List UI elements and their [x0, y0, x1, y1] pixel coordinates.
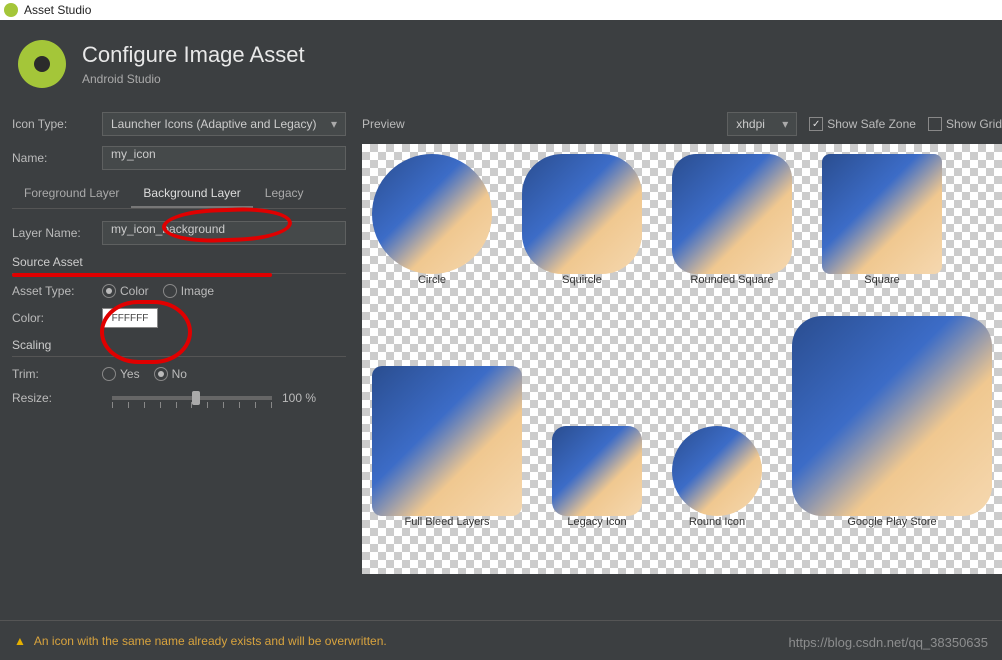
resize-slider[interactable] — [112, 396, 272, 400]
trim-yes-label: Yes — [120, 367, 140, 381]
warning-text: An icon with the same name already exist… — [34, 634, 387, 648]
preview-squircle: Squircle — [522, 154, 642, 286]
page-subtitle: Android Studio — [82, 72, 305, 86]
radio-image[interactable] — [163, 284, 177, 298]
checkbox-safe-zone[interactable] — [809, 117, 823, 131]
preview-full-bleed: Full Bleed Layers — [372, 366, 522, 528]
asset-type-label: Asset Type: — [12, 284, 102, 298]
tab-background[interactable]: Background Layer — [131, 180, 252, 208]
annotation-underline-layer — [12, 273, 272, 277]
android-logo-icon — [18, 40, 66, 88]
name-label: Name: — [12, 151, 102, 165]
checkbox-show-grid[interactable] — [928, 117, 942, 131]
trim-label: Trim: — [12, 367, 102, 381]
resize-value: 100 % — [282, 391, 316, 405]
window-title: Asset Studio — [24, 3, 91, 17]
icon-type-select[interactable]: Launcher Icons (Adaptive and Legacy) — [102, 112, 346, 136]
dialog-header: Configure Image Asset Android Studio — [0, 20, 1002, 112]
watermark: https://blog.csdn.net/qq_38350635 — [789, 635, 989, 650]
resize-label: Resize: — [12, 391, 102, 405]
density-select[interactable]: xhdpi — [727, 112, 797, 136]
page-title: Configure Image Asset — [82, 42, 305, 68]
preview-square: Square — [822, 154, 942, 286]
preview-rounded: Rounded Square — [672, 154, 792, 286]
preview-play-store: Google Play Store — [792, 316, 992, 528]
layer-name-input[interactable]: my_icon_background — [102, 221, 346, 245]
scaling-section: Scaling — [12, 338, 346, 357]
radio-trim-no[interactable] — [154, 367, 168, 381]
layer-tabs: Foreground Layer Background Layer Legacy — [12, 180, 346, 209]
window-titlebar: Asset Studio — [0, 0, 1002, 20]
radio-image-label: Image — [181, 284, 214, 298]
android-studio-icon — [4, 3, 18, 17]
safe-zone-label: Show Safe Zone — [827, 117, 916, 131]
color-swatch[interactable]: FFFFFF — [102, 308, 158, 328]
preview-grid: Circle Squircle Rounded Square Square Fu… — [362, 144, 1002, 574]
name-input[interactable]: my_icon — [102, 146, 346, 170]
preview-circle: Circle — [372, 154, 492, 286]
source-asset-section: Source Asset — [12, 255, 346, 274]
trim-no-label: No — [172, 367, 187, 381]
show-grid-label: Show Grid — [946, 117, 1002, 131]
tab-foreground[interactable]: Foreground Layer — [12, 180, 131, 208]
config-panel: Icon Type: Launcher Icons (Adaptive and … — [12, 112, 356, 660]
radio-color-label: Color — [120, 284, 149, 298]
icon-type-label: Icon Type: — [12, 117, 102, 131]
radio-trim-yes[interactable] — [102, 367, 116, 381]
tab-legacy[interactable]: Legacy — [253, 180, 316, 208]
layer-name-label: Layer Name: — [12, 226, 102, 240]
radio-color[interactable] — [102, 284, 116, 298]
preview-legacy: Legacy Icon — [552, 426, 642, 528]
preview-round: Round Icon — [672, 426, 762, 528]
color-label: Color: — [12, 311, 102, 325]
preview-panel: Preview xhdpi Show Safe Zone Show Grid C… — [356, 112, 1002, 660]
preview-label: Preview — [362, 117, 405, 131]
warning-icon: ▲ — [14, 634, 26, 648]
